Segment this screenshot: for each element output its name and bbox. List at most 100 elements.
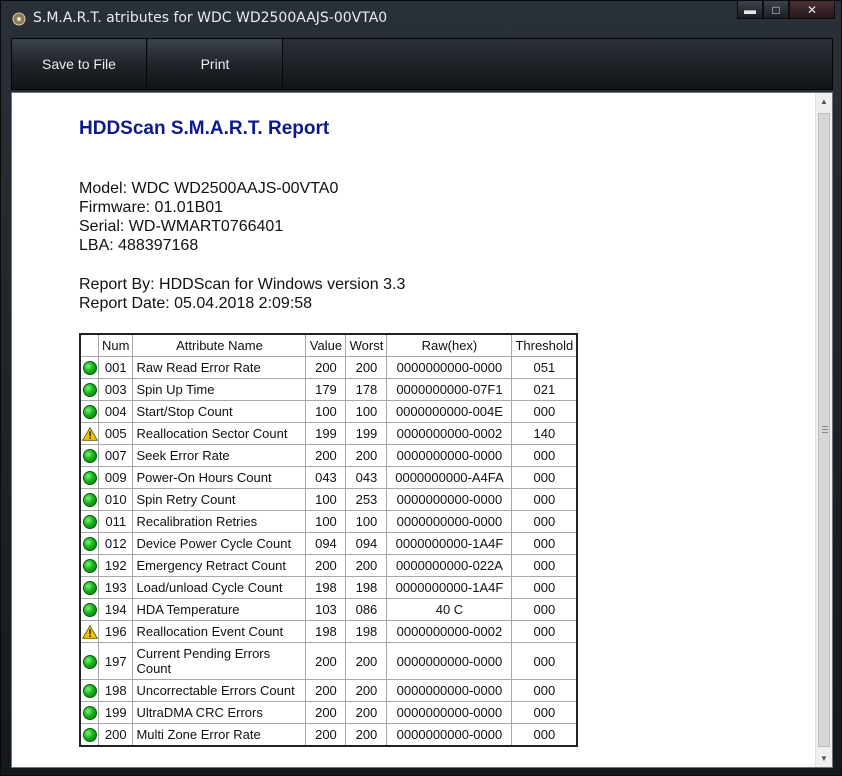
report-by-line: Report By: HDDScan for Windows version 3…: [79, 276, 406, 293]
table-row: 001 Raw Read Error Rate 200 200 0000000000-0…: [79, 356, 578, 379]
maximize-button[interactable]: □: [763, 1, 789, 19]
green-status-icon: [82, 361, 97, 376]
attribute-name: Emergency Retract Count: [132, 554, 307, 577]
attribute-threshold: 000: [511, 488, 578, 511]
header-threshold: Threshold: [511, 333, 578, 357]
table-row: 009 Power-On Hours Count 043 043 0000000000-…: [79, 466, 578, 489]
attribute-name: Start/Stop Count: [132, 400, 307, 423]
close-button[interactable]: ✕: [789, 1, 835, 19]
attribute-value: 179: [305, 378, 347, 401]
app-icon: [12, 12, 26, 26]
attribute-value: 198: [305, 620, 347, 643]
table-row: 003 Spin Up Time 179 178 0000000000-07F1 021: [79, 378, 578, 401]
attribute-worst: 100: [345, 400, 388, 423]
save-to-file-button[interactable]: Save to File: [12, 39, 147, 89]
attribute-value: 200: [305, 356, 347, 379]
attribute-threshold: 000: [511, 554, 578, 577]
green-status-icon: [82, 728, 97, 743]
green-status-icon: [82, 654, 97, 669]
attribute-value: 200: [305, 723, 347, 747]
attribute-threshold: 000: [511, 598, 578, 621]
table-row: 007 Seek Error Rate 200 200 0000000000-0000 0…: [79, 444, 578, 467]
status-cell: [79, 400, 99, 423]
attribute-value: 200: [305, 642, 347, 680]
attribute-threshold: 021: [511, 378, 578, 401]
attribute-raw: 0000000000-1A4F: [386, 576, 513, 599]
status-cell: [79, 488, 99, 511]
attribute-worst: 086: [345, 598, 388, 621]
warning-icon: [81, 427, 98, 442]
attribute-num: 011: [97, 510, 134, 533]
title-bar[interactable]: S.M.A.R.T. atributes for WDC WD2500AAJS-…: [1, 1, 841, 35]
attribute-name: Reallocation Sector Count: [132, 422, 307, 445]
attribute-raw: 0000000000-022A: [386, 554, 513, 577]
status-cell: [79, 422, 99, 445]
attribute-raw: 0000000000-0000: [386, 679, 513, 702]
attribute-num: 198: [97, 679, 134, 702]
attribute-num: 003: [97, 378, 134, 401]
header-value: Value: [305, 333, 347, 357]
report-view[interactable]: HDDScan S.M.A.R.T. Report Model: WDC WD2…: [11, 92, 833, 768]
attribute-worst: 043: [345, 466, 388, 489]
table-row: 198 Uncorrectable Errors Count 200 200 00000…: [79, 679, 578, 702]
attribute-threshold: 000: [511, 532, 578, 555]
attribute-value: 199: [305, 422, 347, 445]
table-row: 192 Emergency Retract Count 200 200 00000000…: [79, 554, 578, 577]
lba-line: LBA: 488397168: [79, 237, 199, 254]
attribute-num: 005: [97, 422, 134, 445]
green-status-icon: [82, 603, 97, 618]
attribute-raw: 0000000000-0000: [386, 444, 513, 467]
print-button[interactable]: Print: [148, 39, 283, 89]
attribute-num: 192: [97, 554, 134, 577]
status-cell: [79, 356, 99, 379]
attribute-threshold: 000: [511, 466, 578, 489]
table-row: 194 HDA Temperature 103 086 40 C 000: [79, 598, 578, 621]
attribute-value: 200: [305, 444, 347, 467]
table-row: 004 Start/Stop Count 100 100 0000000000-004E…: [79, 400, 578, 423]
grip-icon: [822, 426, 828, 433]
attribute-raw: 0000000000-004E: [386, 400, 513, 423]
green-status-icon: [82, 493, 97, 508]
scrollbar-thumb[interactable]: [818, 113, 830, 747]
green-status-icon: [82, 515, 97, 530]
attribute-name: Seek Error Rate: [132, 444, 307, 467]
window-title: S.M.A.R.T. atributes for WDC WD2500AAJS-…: [33, 10, 388, 26]
minimize-button[interactable]: ▬: [737, 1, 763, 19]
scroll-up-arrow-icon[interactable]: ▲: [816, 93, 832, 110]
green-status-icon: [82, 383, 97, 398]
table-row: 197 Current Pending Errors Count 200 200 000…: [79, 642, 578, 680]
attribute-value: 200: [305, 679, 347, 702]
attribute-name: Power-On Hours Count: [132, 466, 307, 489]
attribute-raw: 0000000000-1A4F: [386, 532, 513, 555]
table-row: 012 Device Power Cycle Count 094 094 0000000…: [79, 532, 578, 555]
attribute-name: Reallocation Event Count: [132, 620, 307, 643]
attribute-name: Load/unload Cycle Count: [132, 576, 307, 599]
attribute-value: 100: [305, 400, 347, 423]
attribute-num: 194: [97, 598, 134, 621]
caption-buttons: ▬ □ ✕: [737, 1, 835, 21]
attribute-value: 200: [305, 701, 347, 724]
attribute-num: 193: [97, 576, 134, 599]
attribute-raw: 0000000000-0002: [386, 620, 513, 643]
attribute-num: 199: [97, 701, 134, 724]
attribute-num: 009: [97, 466, 134, 489]
attribute-value: 094: [305, 532, 347, 555]
attribute-name: Raw Read Error Rate: [132, 356, 307, 379]
status-cell: [79, 378, 99, 401]
attribute-num: 004: [97, 400, 134, 423]
vertical-scrollbar[interactable]: ▲ ▼: [815, 93, 832, 767]
smart-table-body: 001 Raw Read Error Rate 200 200 0000000000-0…: [79, 356, 578, 747]
status-cell: [79, 554, 99, 577]
attribute-name: Current Pending Errors Count: [132, 642, 307, 680]
attribute-worst: 200: [345, 679, 388, 702]
table-row: 199 UltraDMA CRC Errors 200 200 0000000000-0…: [79, 701, 578, 724]
status-cell: [79, 532, 99, 555]
green-status-icon: [82, 405, 97, 420]
attribute-worst: 094: [345, 532, 388, 555]
scroll-down-arrow-icon[interactable]: ▼: [816, 750, 832, 767]
attribute-threshold: 000: [511, 679, 578, 702]
attribute-threshold: 000: [511, 510, 578, 533]
attribute-threshold: 051: [511, 356, 578, 379]
toolbar: Save to File Print: [11, 38, 833, 90]
attribute-name: Uncorrectable Errors Count: [132, 679, 307, 702]
